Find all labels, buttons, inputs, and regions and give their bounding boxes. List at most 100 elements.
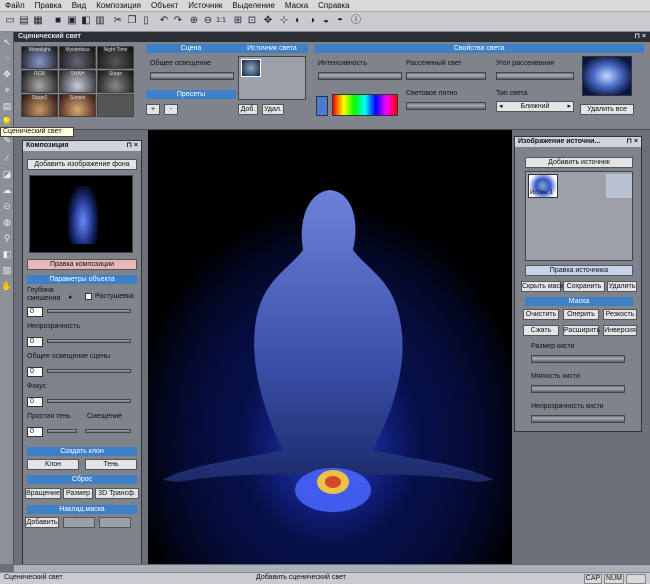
blend-slider[interactable] <box>47 309 131 313</box>
perspective-icon[interactable]: ⌖ <box>1 84 13 96</box>
focus-slider[interactable] <box>47 399 131 403</box>
preset-sunset[interactable]: Sunset <box>59 94 96 117</box>
new-icon[interactable]: ▭ <box>4 15 16 27</box>
paste-icon[interactable]: ▯ <box>140 15 152 27</box>
preset-empty[interactable] <box>97 94 134 117</box>
hand-icon[interactable]: ✋ <box>1 280 13 292</box>
print-icon[interactable]: ▥ <box>94 15 106 27</box>
smudge-icon[interactable]: ☁ <box>1 184 13 196</box>
ambient-slider[interactable] <box>150 72 234 80</box>
brush-softness-slider[interactable] <box>531 385 625 393</box>
menu-object[interactable]: Объект <box>146 0 183 10</box>
zoom-out-icon[interactable]: ⊖ <box>202 15 214 27</box>
offset-slider[interactable] <box>85 429 131 433</box>
add-source-button[interactable]: Добавить источник <box>525 157 633 168</box>
menu-selection[interactable]: Выделение <box>227 0 279 10</box>
zoom-in-icon[interactable]: ⊕ <box>188 15 200 27</box>
preset-remove-button[interactable]: - <box>164 104 178 115</box>
move-icon[interactable]: ⊹ <box>278 15 290 27</box>
edit-composition-button[interactable]: Правка композиции <box>27 259 137 270</box>
add-background-button[interactable]: Добавить изображение фона <box>27 159 137 170</box>
blur-icon[interactable]: ◍ <box>1 216 13 228</box>
preset-night-time[interactable]: Night Time <box>97 46 134 69</box>
invert-button[interactable]: Инверсия <box>603 325 637 336</box>
horizontal-scrollbar[interactable] <box>14 564 650 572</box>
mask-view-icon[interactable]: ◐ <box>292 15 304 27</box>
fit-icon[interactable]: ⊞ <box>232 15 244 27</box>
zoom-fit-icon[interactable]: ⊡ <box>246 15 258 27</box>
menu-view[interactable]: Вид <box>67 0 91 10</box>
expand-button[interactable]: Расширить <box>563 325 600 336</box>
pan-icon[interactable]: ✥ <box>262 15 274 27</box>
expand-icon[interactable]: ▸ <box>69 293 73 301</box>
preset-add-button[interactable]: + <box>146 104 160 115</box>
redo-icon[interactable]: ↷ <box>172 15 184 27</box>
light-type-select[interactable]: ◂ Ближний ▸ <box>496 101 574 112</box>
light-spot-slider[interactable] <box>406 102 486 110</box>
opacity-slider[interactable] <box>47 339 131 343</box>
close-icon[interactable]: ⊓ × <box>627 137 639 147</box>
export-icon[interactable]: ◧ <box>80 15 92 27</box>
preset-shah[interactable]: SHAH <box>59 70 96 93</box>
light-color-swatch[interactable] <box>316 96 328 116</box>
clone-button[interactable]: Клон <box>27 459 79 470</box>
main-canvas[interactable] <box>148 130 512 564</box>
menu-file[interactable]: Файл <box>0 0 30 10</box>
preset-moonlight[interactable]: Moonlight <box>21 46 58 69</box>
zoom-actual-button[interactable]: 1:1 <box>214 15 228 27</box>
lasso-icon[interactable]: ◌ <box>1 52 13 64</box>
right-scrollbar[interactable] <box>642 130 650 564</box>
open-folder-icon[interactable]: ▦ <box>32 15 44 27</box>
diffuse-slider[interactable] <box>406 72 486 80</box>
clone-stamp-icon[interactable]: ⊙ <box>1 200 13 212</box>
preset-stage2[interactable]: Stage2 <box>21 94 58 117</box>
eraser-icon[interactable]: ◪ <box>1 168 13 180</box>
preset-stage[interactable]: Stage <box>97 70 134 93</box>
save-button[interactable]: Сохранить <box>563 281 605 292</box>
shadow-button[interactable]: Тень <box>85 459 137 470</box>
menu-edit[interactable]: Правка <box>30 0 67 10</box>
hide-mask-button[interactable]: Скрыть маску <box>521 281 567 292</box>
menu-composition[interactable]: Композиция <box>91 0 146 10</box>
delete-button[interactable]: Удалить <box>607 281 637 292</box>
undo-icon[interactable]: ↶ <box>158 15 170 27</box>
dropper-icon[interactable]: ⚲ <box>1 232 13 244</box>
edit-source-button[interactable]: Правка источника <box>525 265 633 276</box>
shadow-slider[interactable] <box>47 429 77 433</box>
preset-rgb[interactable]: RGB <box>21 70 58 93</box>
size-button[interactable]: Размер <box>63 488 93 499</box>
menu-help[interactable]: Справка <box>313 0 354 10</box>
color-spectrum[interactable] <box>332 94 398 116</box>
clear-button[interactable]: Очистить <box>523 309 559 320</box>
source-view-icon[interactable]: ◑ <box>306 15 318 27</box>
scene-light-spinner[interactable]: 0 <box>27 367 43 377</box>
shadow-spinner[interactable]: 0 <box>27 427 43 437</box>
preview-icon[interactable]: ◓ <box>334 15 346 27</box>
preset-mysterious[interactable]: Mysterious <box>59 46 96 69</box>
open-icon[interactable]: ▤ <box>18 15 30 27</box>
gradient-icon[interactable]: ▨ <box>1 264 13 276</box>
menu-mask[interactable]: Маска <box>280 0 313 10</box>
cut-icon[interactable]: ✂ <box>112 15 124 27</box>
scene-light-slider[interactable] <box>47 369 131 373</box>
transform3d-button[interactable]: 3D Трансф. <box>95 488 139 499</box>
brush-size-slider[interactable] <box>531 355 625 363</box>
rotation-button[interactable]: Вращение <box>25 488 61 499</box>
remove-all-button[interactable]: Удалить все <box>580 104 634 115</box>
trim-button[interactable]: Оперить <box>563 309 599 320</box>
menu-source[interactable]: Источник <box>183 0 227 10</box>
add-light-button[interactable]: Доб. <box>238 104 258 115</box>
brush-opacity-slider[interactable] <box>531 415 625 423</box>
light-source-thumb[interactable] <box>241 59 261 77</box>
close-icon[interactable]: ⊓ × <box>127 141 139 151</box>
copy-icon[interactable]: ❐ <box>126 15 138 27</box>
scatter-angle-slider[interactable] <box>496 72 574 80</box>
feather-checkbox[interactable] <box>85 293 92 300</box>
intensity-slider[interactable] <box>318 72 402 80</box>
compare-icon[interactable]: ◒ <box>320 15 332 27</box>
select-arrow-icon[interactable]: ↖ <box>1 36 13 48</box>
save-icon[interactable]: ■ <box>52 15 64 27</box>
transform-icon[interactable]: ✥ <box>1 68 13 80</box>
add-mask-button[interactable]: Добавить <box>25 517 59 528</box>
blend-spinner[interactable]: 0 <box>27 307 43 317</box>
